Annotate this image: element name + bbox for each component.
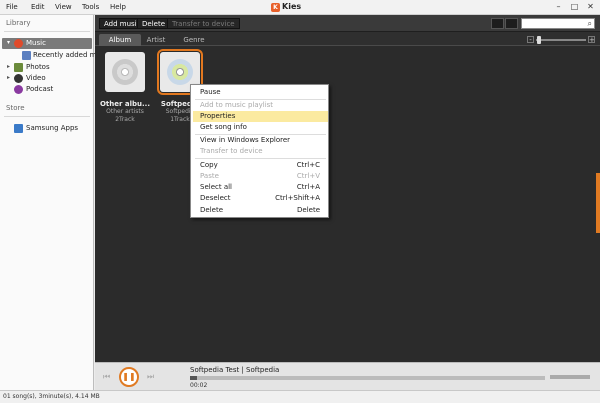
menu-file[interactable]: File bbox=[6, 3, 18, 11]
search-input[interactable]: ⌕ bbox=[521, 18, 595, 29]
status-bar: 01 song(s), 3minute(s), 4.14 MB bbox=[0, 390, 600, 403]
transfer-to-device-button[interactable]: Transfer to device bbox=[167, 18, 240, 29]
view-tabs: Album Artist Genre - + bbox=[95, 32, 600, 46]
sidebar-divider bbox=[4, 116, 90, 117]
panel-resize-handle[interactable] bbox=[596, 173, 600, 233]
previous-icon[interactable]: ⏮ bbox=[103, 372, 110, 382]
cd-icon bbox=[167, 59, 193, 85]
menu-item-copy[interactable]: Copy Ctrl+C bbox=[193, 160, 328, 171]
store-heading: Store bbox=[6, 104, 25, 112]
close-button[interactable]: ✕ bbox=[585, 2, 596, 12]
menu-item-view-in-explorer[interactable]: View in Windows Explorer bbox=[193, 135, 328, 146]
music-icon bbox=[14, 39, 23, 48]
context-menu: Pause Add to music playlist Properties G… bbox=[190, 84, 329, 218]
minimize-button[interactable]: – bbox=[553, 2, 564, 12]
video-icon bbox=[14, 74, 23, 83]
menu-item-get-song-info[interactable]: Get song info bbox=[193, 122, 328, 133]
photos-icon bbox=[14, 63, 23, 72]
sidebar-item-label: Video bbox=[26, 74, 46, 82]
menu-view[interactable]: View bbox=[55, 3, 72, 11]
tab-genre[interactable]: Genre bbox=[173, 34, 215, 46]
menu-item-paste[interactable]: Paste Ctrl+V bbox=[193, 171, 328, 182]
sidebar-item-label: Samsung Apps bbox=[26, 124, 79, 132]
next-icon[interactable]: ⏭ bbox=[147, 372, 154, 382]
pause-button[interactable]: ❚❚ bbox=[119, 367, 139, 387]
sidebar-item-photos[interactable]: ▸ Photos bbox=[2, 62, 92, 73]
sidebar-item-music[interactable]: ▾ Music bbox=[2, 38, 92, 49]
sidebar-item-video[interactable]: ▸ Video bbox=[2, 73, 92, 84]
sidebar-item-label: Podcast bbox=[26, 85, 54, 93]
album-title: Other albu... bbox=[99, 100, 150, 108]
album-artist: Other artists bbox=[106, 108, 144, 115]
menu-separator bbox=[195, 158, 326, 159]
expand-arrow-icon[interactable]: ▸ bbox=[7, 74, 10, 81]
expand-arrow-icon[interactable]: ▸ bbox=[7, 63, 10, 70]
progress-bar[interactable] bbox=[190, 376, 545, 380]
app-title: Kies bbox=[282, 2, 302, 11]
menu-edit[interactable]: Edit bbox=[31, 3, 45, 11]
menu-item-select-all[interactable]: Select all Ctrl+A bbox=[193, 182, 328, 193]
menu-bar: File Edit View Tools Help K Kies – □ ✕ bbox=[0, 0, 600, 15]
player-bar: ⏮ ❚❚ ⏭ Softpedia Test | Softpedia 00:02 bbox=[95, 362, 600, 390]
sidebar-item-label: Photos bbox=[26, 63, 50, 71]
album-track-count: 2Track bbox=[115, 116, 135, 123]
toolbar: Add music Delete Transfer to device ⌕ bbox=[95, 15, 600, 32]
grid-view-icon[interactable] bbox=[505, 18, 518, 29]
sidebar-divider bbox=[4, 31, 90, 32]
collapse-arrow-icon[interactable]: ▾ bbox=[7, 39, 10, 46]
cd-icon bbox=[112, 59, 138, 85]
sidebar-item-samsung-apps[interactable]: Samsung Apps bbox=[2, 123, 92, 134]
album-cover bbox=[105, 52, 145, 92]
podcast-icon bbox=[14, 85, 23, 94]
sidebar-item-recently-added[interactable]: Recently added m... bbox=[2, 50, 103, 61]
delete-button[interactable]: Delete bbox=[137, 18, 170, 29]
menu-item-deselect[interactable]: Deselect Ctrl+Shift+A bbox=[193, 193, 328, 204]
menu-help[interactable]: Help bbox=[110, 3, 126, 11]
menu-item-add-to-playlist[interactable]: Add to music playlist bbox=[193, 100, 328, 111]
tab-artist[interactable]: Artist bbox=[135, 34, 177, 46]
playlist-icon bbox=[22, 51, 31, 60]
menu-item-delete[interactable]: Delete Delete bbox=[193, 205, 328, 216]
menu-item-properties[interactable]: Properties bbox=[193, 111, 328, 122]
kies-logo-icon: K bbox=[271, 3, 280, 12]
library-heading: Library bbox=[6, 19, 31, 27]
main-panel: Add music Delete Transfer to device ⌕ Al… bbox=[95, 15, 600, 390]
sidebar-item-podcast[interactable]: Podcast bbox=[2, 84, 92, 95]
maximize-button[interactable]: □ bbox=[569, 2, 580, 12]
elapsed-time: 00:02 bbox=[190, 382, 208, 389]
sidebar-item-label: Music bbox=[26, 39, 46, 47]
progress-fill bbox=[190, 376, 198, 380]
samsung-apps-icon bbox=[14, 124, 23, 133]
zoom-slider[interactable]: - + bbox=[527, 35, 595, 44]
zoom-knob[interactable] bbox=[537, 36, 541, 44]
menu-item-transfer-to-device[interactable]: Transfer to device bbox=[193, 146, 328, 157]
zoom-in-icon[interactable]: + bbox=[588, 36, 595, 44]
menu-tools[interactable]: Tools bbox=[82, 3, 99, 11]
album-card[interactable]: Other albu... Other artists 2Track bbox=[97, 52, 153, 124]
volume-slider[interactable] bbox=[550, 375, 590, 379]
sidebar-item-label: Recently added m... bbox=[33, 51, 104, 59]
list-view-icon[interactable] bbox=[491, 18, 504, 29]
sidebar: Library ▾ Music Recently added m... ▸ Ph… bbox=[0, 15, 103, 390]
zoom-out-icon[interactable]: - bbox=[527, 36, 534, 44]
search-icon[interactable]: ⌕ bbox=[588, 19, 592, 29]
zoom-track bbox=[536, 39, 586, 41]
now-playing-track: Softpedia Test | Softpedia bbox=[190, 366, 280, 374]
status-text: 01 song(s), 3minute(s), 4.14 MB bbox=[3, 393, 100, 400]
menu-item-pause[interactable]: Pause bbox=[193, 87, 328, 98]
